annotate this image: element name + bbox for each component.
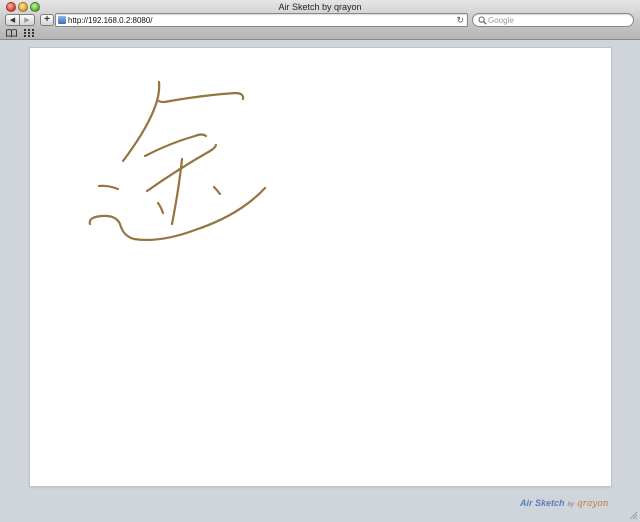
sketch-stroke [212,185,222,196]
brand-by: by [567,502,574,508]
brand-author: qrayon [576,499,609,509]
footer-brand: Air Sketch by qrayon [520,497,609,511]
sketch-drawing [88,80,267,242]
back-arrow-icon: ◀ [9,17,16,24]
sketch-stroke [170,157,184,226]
top-sites-grid-icon[interactable] [24,29,34,37]
sketch-stroke [143,133,208,158]
favicon-icon [58,16,66,24]
resize-grip-icon[interactable] [629,511,638,520]
titlebar: Air Sketch by qrayon ◀ ▶ + http://192.16… [0,0,640,40]
sketch-stroke [156,201,165,215]
search-input[interactable] [488,15,628,25]
search-field[interactable] [472,13,634,27]
browser-window: Air Sketch by qrayon ◀ ▶ + http://192.16… [0,0,640,522]
back-button[interactable]: ◀ [5,14,20,26]
bookmarks-book-icon[interactable] [6,29,17,37]
address-bar[interactable]: http://192.168.0.2:8080/ ↻ [55,13,468,27]
sketch-canvas[interactable] [29,47,612,487]
sketch-stroke [121,80,161,163]
reload-icon[interactable]: ↻ [456,14,464,26]
search-icon [478,14,487,26]
brand-app-name: Air Sketch [520,498,565,508]
sketch-stroke [157,91,245,104]
forward-button[interactable]: ▶ [20,14,35,26]
url-text[interactable]: http://192.168.0.2:8080/ [68,15,153,26]
forward-arrow-icon: ▶ [24,17,30,24]
add-bookmark-button[interactable]: + [40,14,54,26]
window-title: Air Sketch by qrayon [278,2,362,12]
sketch-stroke [97,184,120,191]
nav-buttons: ◀ ▶ [5,14,35,26]
